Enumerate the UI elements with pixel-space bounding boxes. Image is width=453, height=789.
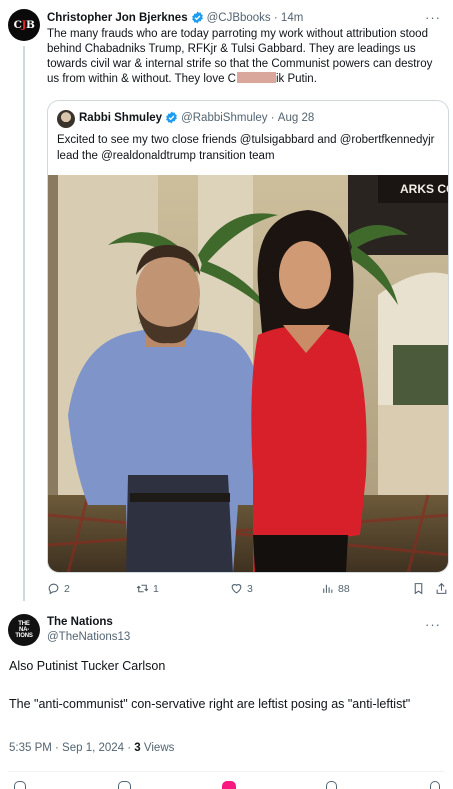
heart-icon[interactable] bbox=[222, 781, 236, 789]
repost-icon[interactable] bbox=[118, 781, 131, 789]
share-button[interactable] bbox=[435, 582, 448, 595]
quoted-tweet-photo[interactable]: ARKS CO bbox=[48, 175, 449, 572]
verified-badge-icon bbox=[166, 111, 177, 124]
bookmark-button[interactable] bbox=[412, 582, 425, 595]
quoted-author-name: Rabbi Shmuley bbox=[79, 111, 163, 124]
repost-count: 1 bbox=[153, 582, 159, 595]
bookmark-icon[interactable] bbox=[326, 781, 337, 789]
tweet-action-bar: 2 1 3 88 bbox=[47, 582, 449, 598]
quoted-avatar[interactable] bbox=[57, 110, 75, 128]
views-chart-icon bbox=[323, 584, 333, 593]
redaction-mark bbox=[236, 72, 276, 83]
views-count: 88 bbox=[338, 582, 350, 595]
quoted-author-handle: @RabbiShmuley bbox=[181, 111, 268, 124]
reply-count: 2 bbox=[64, 582, 70, 595]
reply-action-bar-partial bbox=[0, 781, 453, 789]
reply-author-handle[interactable]: @TheNations13 bbox=[47, 631, 130, 643]
avatar-logo: CJB bbox=[13, 19, 35, 31]
avatar-logo-line: TIONS bbox=[15, 633, 33, 639]
share-icon[interactable] bbox=[430, 781, 440, 789]
bookmark-icon bbox=[414, 583, 423, 595]
quoted-tweet-text: Excited to see my two close friends @tul… bbox=[57, 134, 435, 162]
separator-dot: · bbox=[270, 11, 281, 24]
repost-button[interactable]: 1 bbox=[136, 582, 159, 595]
quoted-header: Rabbi Shmuley @RabbiShmuley · Aug 28 bbox=[79, 111, 314, 124]
heart-icon bbox=[231, 584, 242, 594]
author-name[interactable]: Christopher Jon Bjerknes bbox=[47, 12, 188, 24]
reply-views-label: Views bbox=[143, 742, 175, 754]
photo-sign-text: ARKS CO bbox=[400, 182, 449, 196]
reply-views-count: 3 bbox=[134, 742, 141, 754]
quoted-date: Aug 28 bbox=[277, 111, 315, 124]
photo-illustration: ARKS CO bbox=[48, 175, 449, 572]
reply-timestamp[interactable]: 5:35 PM · Sep 1, 2024 · bbox=[9, 742, 134, 754]
repost-icon bbox=[136, 584, 149, 593]
quoted-tweet-card[interactable]: Rabbi Shmuley @RabbiShmuley · Aug 28 Exc… bbox=[47, 100, 449, 573]
reply-icon[interactable] bbox=[14, 781, 26, 789]
verified-badge-icon bbox=[191, 11, 203, 24]
tweet-time[interactable]: 14m bbox=[281, 12, 303, 24]
tweet-text: The many frauds who are today parroting … bbox=[47, 27, 443, 87]
thread-connector-line bbox=[23, 46, 25, 601]
avatar[interactable]: CJB bbox=[8, 9, 40, 41]
reply-text-paragraph: The "anti-communist" con-servative right… bbox=[9, 697, 411, 711]
separator-dot: · bbox=[267, 111, 278, 124]
share-icon bbox=[436, 582, 447, 594]
more-options-icon[interactable]: ··· bbox=[425, 617, 441, 632]
reply-avatar[interactable]: THE NA- TIONS bbox=[8, 614, 40, 646]
reply-meta: 5:35 PM · Sep 1, 2024 · 3 Views bbox=[9, 742, 174, 754]
divider bbox=[8, 771, 445, 772]
reply-text-paragraph: Also Putinist Tucker Carlson bbox=[9, 659, 166, 673]
views-button[interactable]: 88 bbox=[321, 582, 350, 595]
tweet-text-end: ik Putin. bbox=[275, 73, 317, 85]
more-options-icon[interactable]: ··· bbox=[425, 10, 441, 25]
like-button[interactable]: 3 bbox=[230, 582, 253, 595]
reply-button[interactable]: 2 bbox=[47, 582, 70, 595]
like-count: 3 bbox=[247, 582, 253, 595]
reply-icon bbox=[48, 583, 59, 595]
tweet-header: Christopher Jon Bjerknes @CJBbooks · 14m bbox=[47, 11, 303, 24]
reply-author-name[interactable]: The Nations bbox=[47, 616, 113, 628]
author-handle[interactable]: @CJBbooks bbox=[207, 12, 271, 24]
